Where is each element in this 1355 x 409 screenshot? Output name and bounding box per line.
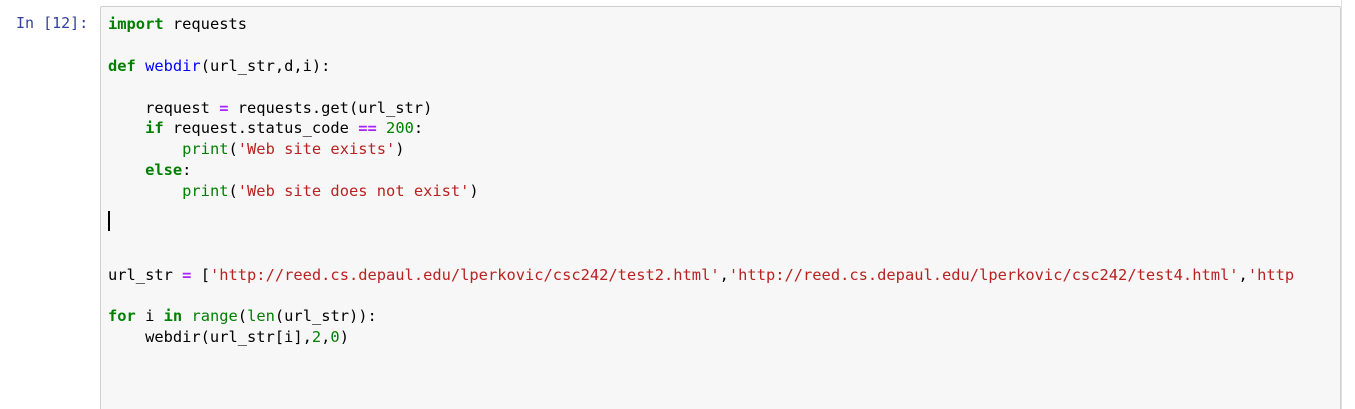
code-line-def: def webdir(url_str,d,i):	[108, 56, 1294, 77]
keyword: import	[108, 15, 164, 33]
code-line-else: else:	[108, 160, 1294, 181]
code-token: requests.get(url_str)	[228, 98, 433, 117]
string-literal: 'http://reed.cs.depaul.edu/lperkovic/csc…	[209, 265, 720, 284]
notebook-cell: In [12]: import requests def webdir(url_s…	[0, 0, 1355, 409]
code-text[interactable]: import requests def webdir(url_str,d,i): …	[108, 14, 1294, 348]
keyword: def	[108, 56, 136, 75]
code-token: :	[182, 161, 192, 180]
code-line-request: request = requests.get(url_str)	[108, 98, 1294, 119]
builtin-function: print	[182, 140, 229, 159]
code-line-call: webdir(url_str[i],2,0)	[108, 327, 1294, 348]
code-token: request	[108, 98, 220, 117]
number-literal: 2	[311, 328, 322, 347]
string-literal: 'Web site exists'	[237, 140, 396, 159]
keyword: else	[145, 161, 183, 180]
code-line-url-str: url_str = ['http://reed.cs.depaul.edu/lp…	[108, 265, 1294, 286]
code-token: (url_str,d,i):	[200, 56, 331, 75]
code-token: :	[413, 119, 424, 138]
string-literal: 'http://reed.cs.depaul.edu/lperkovic/csc…	[728, 265, 1239, 284]
builtin-function: len	[247, 307, 275, 326]
builtin-function: range	[191, 307, 238, 326]
code-token: requests	[163, 15, 248, 33]
code-token: request.status_code	[163, 119, 359, 138]
number-literal: 200	[386, 119, 414, 138]
code-token: (url_str)):	[274, 307, 377, 326]
builtin-function: print	[182, 182, 229, 201]
code-token: webdir(url_str[i],	[108, 328, 312, 347]
code-token: i	[135, 307, 164, 326]
code-token: )	[395, 140, 405, 159]
keyword: if	[145, 119, 164, 138]
text-cursor	[108, 211, 110, 231]
window-edge	[1341, 0, 1342, 409]
code-line-1: import requests	[108, 14, 1294, 35]
keyword: in	[163, 307, 183, 326]
input-prompt: In [12]:	[16, 14, 89, 32]
code-line-if: if request.status_code == 200:	[108, 118, 1294, 139]
function-name: webdir	[145, 56, 201, 75]
code-line-for: for i in range(len(url_str)):	[108, 306, 1294, 327]
code-token: [	[191, 265, 210, 284]
keyword: for	[108, 307, 136, 326]
code-token: ,	[719, 265, 729, 284]
string-literal: 'Web site does not exist'	[237, 182, 470, 201]
code-token: (	[237, 307, 248, 326]
code-token: url_str	[108, 265, 183, 284]
code-token: (	[228, 140, 238, 159]
code-token: ,	[1238, 265, 1248, 284]
number-literal: 0	[330, 328, 340, 347]
code-line-print-2: print('Web site does not exist')	[108, 181, 1294, 202]
code-token: )	[339, 328, 349, 347]
code-token: )	[469, 182, 479, 201]
code-token: (	[228, 182, 238, 201]
operator: ==	[358, 119, 377, 138]
code-editor[interactable]: import requests def webdir(url_str,d,i): …	[100, 6, 1341, 409]
string-literal: 'http	[1247, 265, 1295, 284]
code-line-print-1: print('Web site exists')	[108, 139, 1294, 160]
